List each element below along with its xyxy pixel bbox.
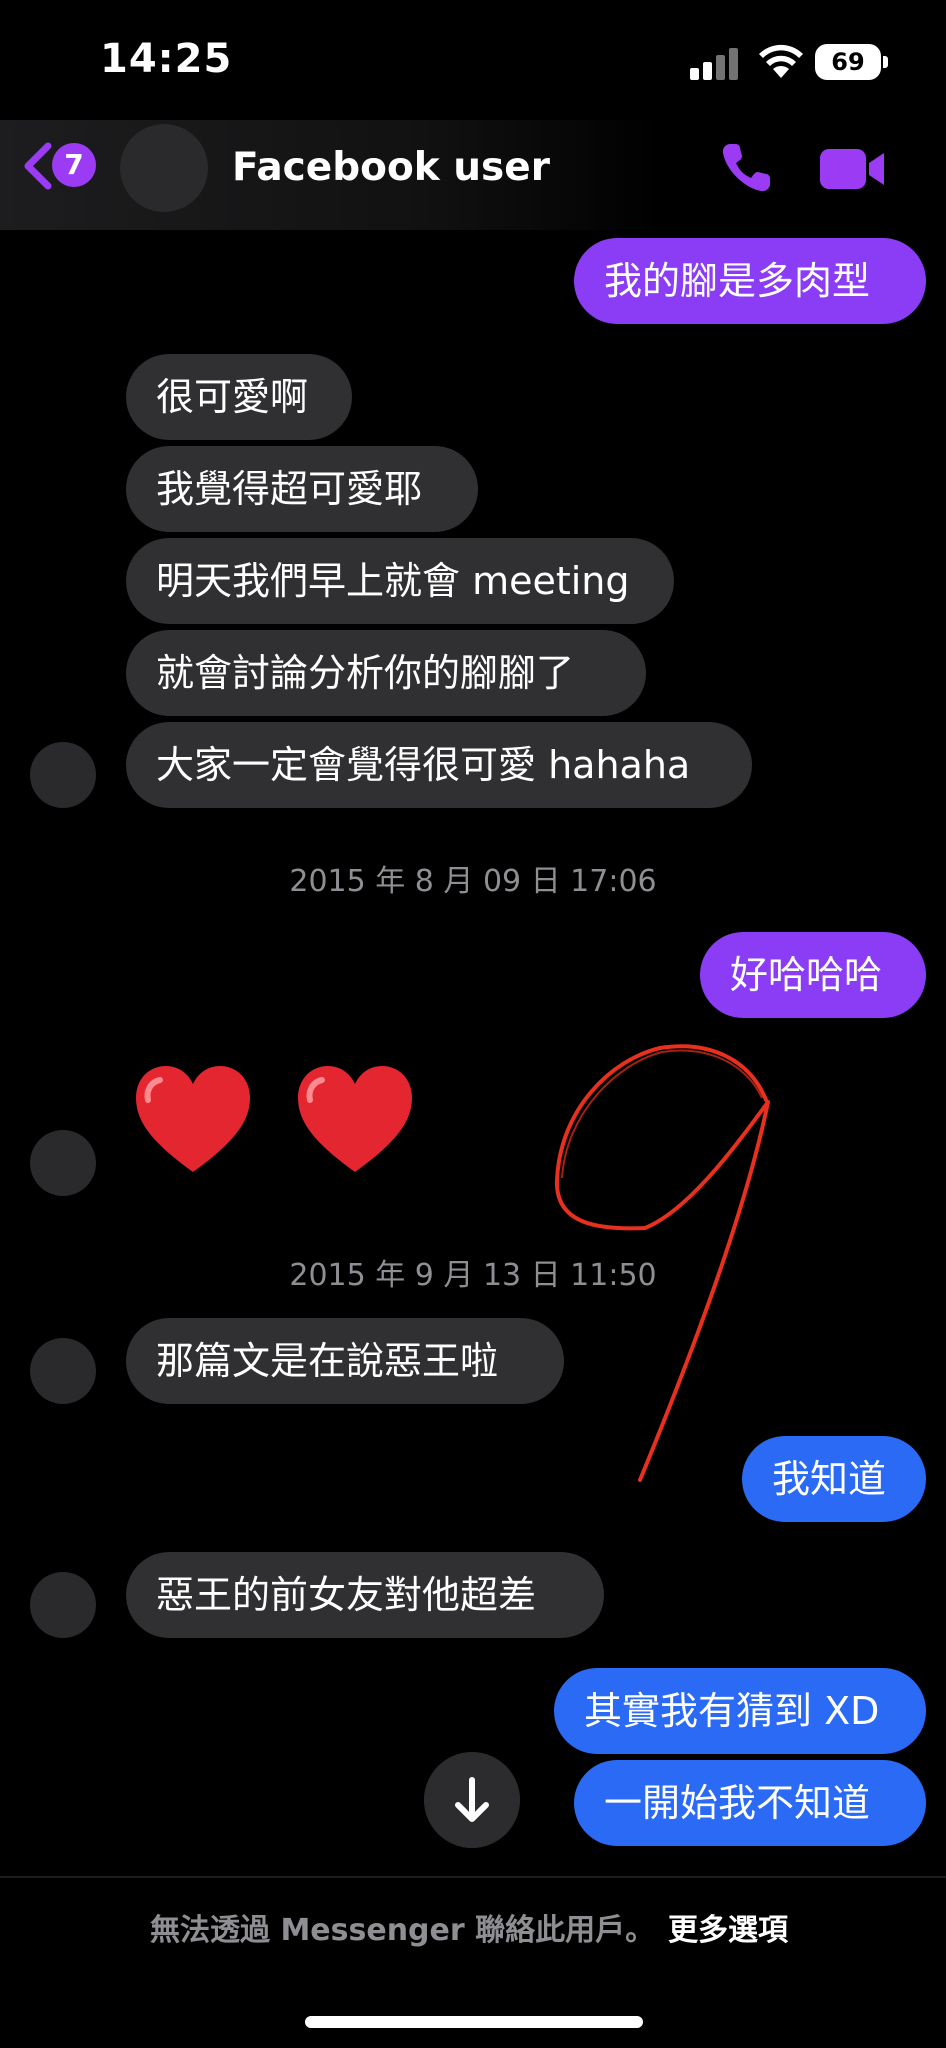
scroll-to-bottom-button[interactable] [424,1752,520,1848]
message-incoming[interactable]: 那篇文是在說惡王啦 [126,1318,564,1404]
red-annotation-scribble [554,1044,770,1482]
cellular-signal-icon [690,46,740,80]
wifi-icon [759,44,803,78]
contact-name[interactable]: Facebook user [232,145,550,190]
battery-icon: 69 [815,44,881,80]
message-outgoing[interactable]: 其實我有猜到 XD [554,1668,926,1754]
phone-icon[interactable] [718,140,774,196]
heart-emoji[interactable] [292,1060,418,1180]
message-incoming[interactable]: 明天我們早上就會 meeting [126,538,674,624]
footer-divider [0,1876,946,1878]
message-incoming[interactable]: 就會討論分析你的腳腳了 [126,630,646,716]
message-incoming[interactable]: 我覺得超可愛耶 [126,446,478,532]
sender-avatar[interactable] [30,1572,96,1638]
message-outgoing[interactable]: 好哈哈哈 [700,932,926,1018]
video-camera-icon[interactable] [818,145,886,193]
timestamp: 2015 年 8 月 09 日 17:06 [289,864,657,899]
message-incoming[interactable]: 大家一定會覺得很可愛 hahaha [126,722,752,808]
message-incoming[interactable]: 惡王的前女友對他超差 [126,1552,604,1638]
heart-emoji[interactable] [130,1060,256,1180]
more-options-link[interactable]: 更多選項 [668,1905,788,1949]
message-outgoing[interactable]: 一開始我不知道 [574,1760,926,1846]
message-incoming[interactable]: 很可愛啊 [126,354,352,440]
home-indicator[interactable] [305,2016,643,2028]
sender-avatar[interactable] [30,742,96,808]
contact-avatar[interactable] [120,124,208,212]
timestamp: 2015 年 9 月 13 日 11:50 [289,1258,657,1293]
battery-nub [883,56,888,68]
unread-count-badge[interactable]: 7 [52,143,96,187]
sender-avatar[interactable] [30,1130,96,1196]
sender-avatar[interactable] [30,1338,96,1404]
message-outgoing[interactable]: 我的腳是多肉型 [574,238,926,324]
status-time: 14:25 [100,36,233,82]
cannot-contact-note: 無法透過 Messenger 聯絡此用戶。 [150,1913,656,1948]
